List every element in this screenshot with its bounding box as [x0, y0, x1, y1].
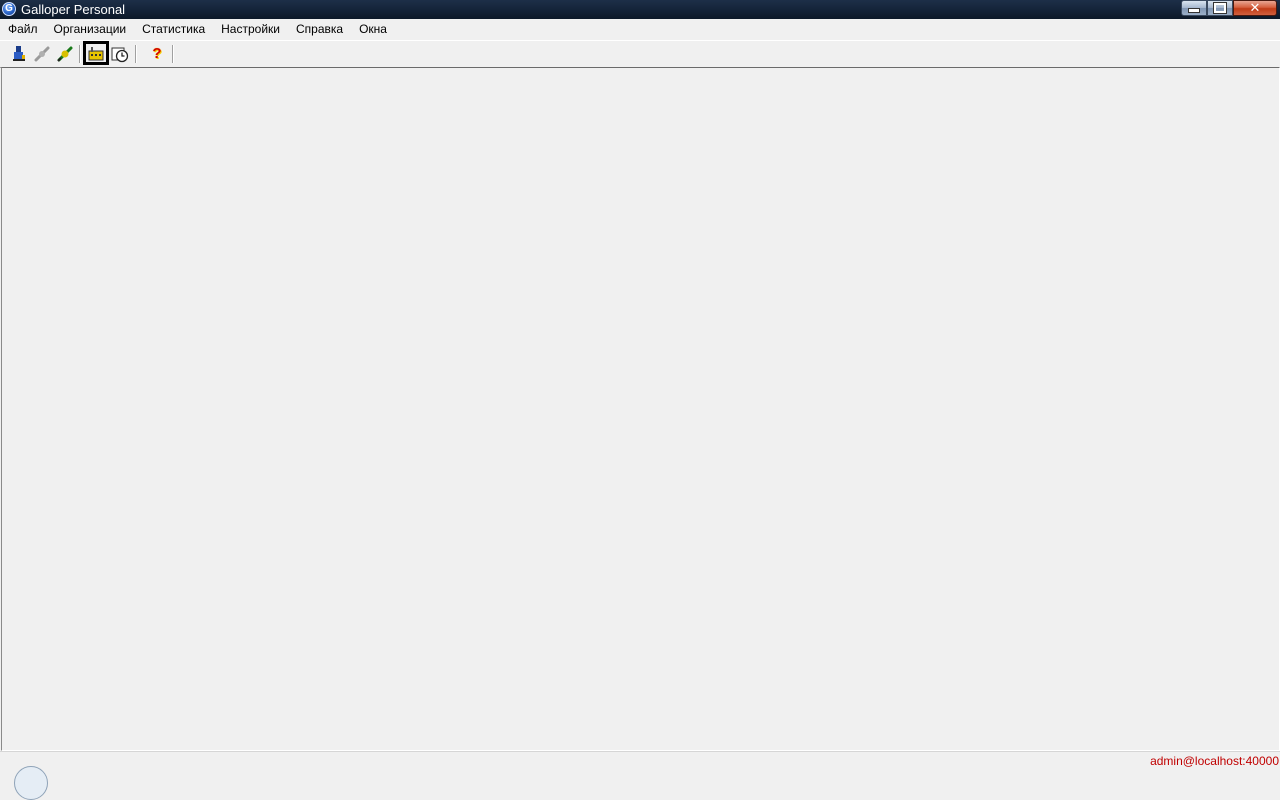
connection-status: admin@localhost:40000 [1150, 754, 1279, 768]
close-icon: ✕ [1249, 0, 1261, 15]
toolbar-disconnect-button[interactable] [31, 43, 53, 65]
minimize-button[interactable] [1181, 0, 1207, 16]
statistics-clock-icon [111, 47, 129, 63]
connect-user-icon [13, 46, 25, 61]
title-bar[interactable]: G Galloper Personal ✕ [0, 0, 1280, 19]
status-bar: admin@localhost:40000 [0, 751, 1280, 800]
disconnect-plug-icon [34, 46, 50, 62]
menu-organizations[interactable]: Организации [46, 19, 135, 40]
menu-windows[interactable]: Окна [351, 19, 395, 40]
organizations-factory-icon [88, 47, 104, 61]
toolbar: ? [0, 40, 1280, 68]
mdi-client-area[interactable] [1, 67, 1280, 751]
restore-icon [1213, 2, 1227, 14]
menu-help[interactable]: Справка [288, 19, 351, 40]
window-controls: ✕ [1181, 0, 1277, 16]
close-button[interactable]: ✕ [1233, 0, 1277, 16]
connect-plug-icon [57, 46, 73, 62]
help-question-icon: ? [152, 45, 162, 62]
menu-statistics[interactable]: Статистика [134, 19, 213, 40]
maximize-button[interactable] [1207, 0, 1233, 16]
window-title: Galloper Personal [21, 2, 126, 17]
toolbar-separator [135, 45, 137, 63]
toolbar-statistics-button[interactable] [109, 43, 131, 65]
status-globe-icon [14, 766, 48, 800]
app-window: G Galloper Personal ✕ Файл Организации С… [0, 0, 1280, 800]
toolbar-connect-user-button[interactable] [8, 43, 30, 65]
toolbar-help-button[interactable]: ? [146, 43, 168, 65]
toolbar-connect-button[interactable] [54, 43, 76, 65]
toolbar-organizations-button[interactable] [83, 41, 109, 65]
toolbar-separator [79, 45, 81, 63]
toolbar-separator [172, 45, 174, 63]
menu-bar: Файл Организации Статистика Настройки Сп… [0, 19, 1280, 41]
app-logo-icon[interactable]: G [2, 2, 16, 16]
minimize-icon [1188, 8, 1200, 13]
menu-file[interactable]: Файл [0, 19, 46, 40]
menu-settings[interactable]: Настройки [213, 19, 288, 40]
